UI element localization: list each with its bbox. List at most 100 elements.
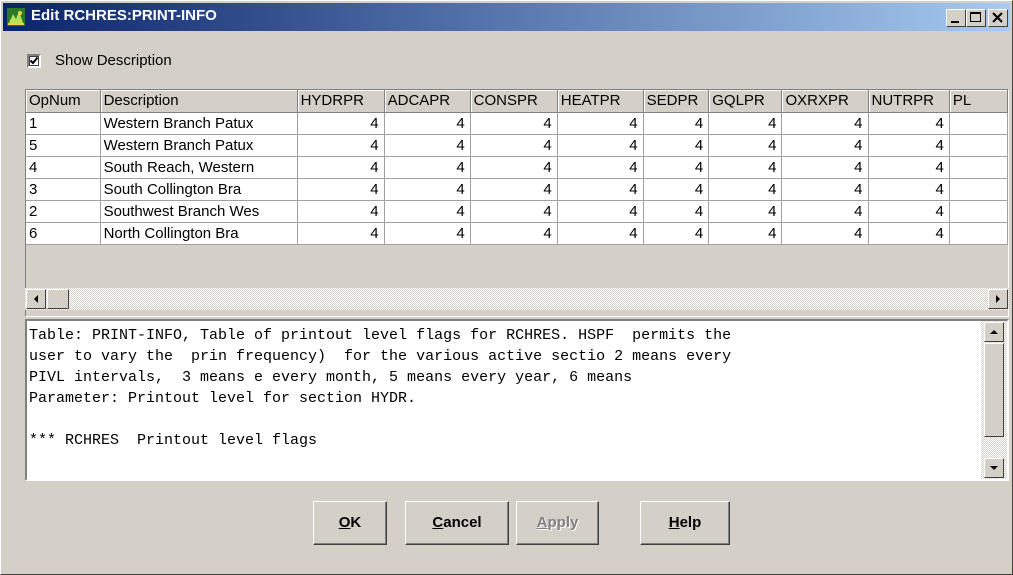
table-cell-adcapr[interactable]: 4 bbox=[384, 134, 471, 157]
column-header-gqlpr[interactable]: GQLPR bbox=[708, 90, 783, 113]
table-cell-conspr[interactable]: 4 bbox=[470, 156, 558, 179]
table-cell-gqlpr[interactable]: 4 bbox=[708, 222, 783, 245]
column-header-conspr[interactable]: CONSPR bbox=[470, 90, 558, 113]
table-row[interactable]: 2 Southwest Branch Wes 4 4 4 4 4 4 4 4 bbox=[26, 200, 1008, 223]
table-cell-sedpr[interactable]: 4 bbox=[643, 178, 710, 201]
table-row[interactable]: 4 South Reach, Western 4 4 4 4 4 4 4 4 bbox=[26, 156, 1008, 179]
scroll-right-button[interactable] bbox=[988, 289, 1008, 309]
table-cell-heatpr[interactable]: 4 bbox=[557, 222, 644, 245]
maximize-button[interactable] bbox=[966, 9, 986, 27]
table-cell-pl[interactable] bbox=[949, 178, 1008, 201]
vertical-scrollbar[interactable] bbox=[981, 321, 1007, 479]
table-cell-opnum[interactable]: 3 bbox=[26, 178, 101, 201]
horizontal-scrollbar[interactable] bbox=[25, 288, 1009, 310]
table-cell-gqlpr[interactable]: 4 bbox=[708, 134, 783, 157]
table-cell-sedpr[interactable]: 4 bbox=[643, 112, 710, 135]
table-cell-description[interactable]: Southwest Branch Wes bbox=[100, 200, 298, 223]
table-cell-hydrpr[interactable]: 4 bbox=[297, 222, 385, 245]
column-header-nutrpr[interactable]: NUTRPR bbox=[868, 90, 950, 113]
show-description-checkbox[interactable] bbox=[27, 54, 41, 68]
table-cell-pl[interactable] bbox=[949, 156, 1008, 179]
table-cell-description[interactable]: North Collington Bra bbox=[100, 222, 298, 245]
table-cell-oxrxpr[interactable]: 4 bbox=[781, 222, 869, 245]
table-cell-gqlpr[interactable]: 4 bbox=[708, 200, 783, 223]
cancel-button[interactable]: Cancel bbox=[405, 501, 509, 545]
table-cell-opnum[interactable]: 6 bbox=[26, 222, 101, 245]
table-cell-heatpr[interactable]: 4 bbox=[557, 200, 644, 223]
column-header-hydrpr[interactable]: HYDRPR bbox=[297, 90, 385, 113]
minimize-button[interactable] bbox=[946, 9, 966, 27]
ok-button[interactable]: OK bbox=[313, 501, 387, 545]
help-button[interactable]: Help bbox=[640, 501, 730, 545]
table-cell-gqlpr[interactable]: 4 bbox=[708, 112, 783, 135]
table-cell-conspr[interactable]: 4 bbox=[470, 112, 558, 135]
table-cell-oxrxpr[interactable]: 4 bbox=[781, 156, 869, 179]
table-cell-hydrpr[interactable]: 4 bbox=[297, 134, 385, 157]
table-cell-adcapr[interactable]: 4 bbox=[384, 178, 471, 201]
table-cell-hydrpr[interactable]: 4 bbox=[297, 112, 385, 135]
table-cell-adcapr[interactable]: 4 bbox=[384, 156, 471, 179]
table-cell-sedpr[interactable]: 4 bbox=[643, 134, 710, 157]
table-cell-adcapr[interactable]: 4 bbox=[384, 112, 471, 135]
table-cell-oxrxpr[interactable]: 4 bbox=[781, 134, 869, 157]
apply-button[interactable]: Apply bbox=[516, 501, 599, 545]
table-cell-conspr[interactable]: 4 bbox=[470, 200, 558, 223]
table-cell-nutrpr[interactable]: 4 bbox=[868, 200, 950, 223]
column-header-heatpr[interactable]: HEATPR bbox=[557, 90, 644, 113]
table-cell-sedpr[interactable]: 4 bbox=[643, 222, 710, 245]
table-cell-heatpr[interactable]: 4 bbox=[557, 134, 644, 157]
column-header-pl[interactable]: PL bbox=[949, 90, 1008, 113]
table-cell-oxrxpr[interactable]: 4 bbox=[781, 178, 869, 201]
horizontal-scroll-thumb[interactable] bbox=[47, 289, 69, 309]
table-row[interactable]: 6 North Collington Bra 4 4 4 4 4 4 4 4 bbox=[26, 222, 1008, 245]
scroll-up-button[interactable] bbox=[984, 322, 1004, 342]
print-info-table[interactable]: OpNum Description HYDRPR ADCAPR CONSPR H… bbox=[25, 89, 1009, 317]
table-cell-heatpr[interactable]: 4 bbox=[557, 178, 644, 201]
title-bar[interactable]: Edit RCHRES:PRINT-INFO bbox=[3, 3, 1010, 31]
close-button[interactable] bbox=[988, 9, 1008, 27]
table-cell-opnum[interactable]: 5 bbox=[26, 134, 101, 157]
table-cell-gqlpr[interactable]: 4 bbox=[708, 178, 783, 201]
scroll-down-button[interactable] bbox=[984, 458, 1004, 478]
column-header-adcapr[interactable]: ADCAPR bbox=[384, 90, 471, 113]
table-cell-adcapr[interactable]: 4 bbox=[384, 200, 471, 223]
column-header-description[interactable]: Description bbox=[100, 90, 298, 113]
table-cell-pl[interactable] bbox=[949, 222, 1008, 245]
table-cell-description[interactable]: Western Branch Patux bbox=[100, 112, 298, 135]
table-cell-conspr[interactable]: 4 bbox=[470, 178, 558, 201]
table-row[interactable]: 3 South Collington Bra 4 4 4 4 4 4 4 4 bbox=[26, 178, 1008, 201]
table-cell-oxrxpr[interactable]: 4 bbox=[781, 200, 869, 223]
table-cell-opnum[interactable]: 2 bbox=[26, 200, 101, 223]
table-cell-nutrpr[interactable]: 4 bbox=[868, 156, 950, 179]
table-cell-nutrpr[interactable]: 4 bbox=[868, 112, 950, 135]
table-row[interactable]: 1 Western Branch Patux 4 4 4 4 4 4 4 4 bbox=[26, 112, 1008, 135]
table-cell-heatpr[interactable]: 4 bbox=[557, 156, 644, 179]
table-cell-oxrxpr[interactable]: 4 bbox=[781, 112, 869, 135]
table-cell-heatpr[interactable]: 4 bbox=[557, 112, 644, 135]
table-cell-adcapr[interactable]: 4 bbox=[384, 222, 471, 245]
table-cell-pl[interactable] bbox=[949, 112, 1008, 135]
scroll-left-button[interactable] bbox=[26, 289, 46, 309]
column-header-oxrxpr[interactable]: OXRXPR bbox=[781, 90, 869, 113]
table-cell-opnum[interactable]: 4 bbox=[26, 156, 101, 179]
description-box[interactable]: Table: PRINT-INFO, Table of printout lev… bbox=[25, 319, 1009, 481]
table-cell-gqlpr[interactable]: 4 bbox=[708, 156, 783, 179]
table-cell-nutrpr[interactable]: 4 bbox=[868, 134, 950, 157]
table-cell-description[interactable]: Western Branch Patux bbox=[100, 134, 298, 157]
table-cell-pl[interactable] bbox=[949, 200, 1008, 223]
table-cell-conspr[interactable]: 4 bbox=[470, 222, 558, 245]
table-cell-conspr[interactable]: 4 bbox=[470, 134, 558, 157]
table-cell-nutrpr[interactable]: 4 bbox=[868, 178, 950, 201]
table-row[interactable]: 5 Western Branch Patux 4 4 4 4 4 4 4 4 bbox=[26, 134, 1008, 157]
table-cell-sedpr[interactable]: 4 bbox=[643, 156, 710, 179]
table-cell-description[interactable]: South Reach, Western bbox=[100, 156, 298, 179]
table-cell-nutrpr[interactable]: 4 bbox=[868, 222, 950, 245]
table-cell-hydrpr[interactable]: 4 bbox=[297, 156, 385, 179]
table-cell-hydrpr[interactable]: 4 bbox=[297, 200, 385, 223]
table-cell-hydrpr[interactable]: 4 bbox=[297, 178, 385, 201]
table-cell-sedpr[interactable]: 4 bbox=[643, 200, 710, 223]
vertical-scroll-thumb[interactable] bbox=[984, 343, 1004, 437]
table-cell-description[interactable]: South Collington Bra bbox=[100, 178, 298, 201]
table-cell-opnum[interactable]: 1 bbox=[26, 112, 101, 135]
table-cell-pl[interactable] bbox=[949, 134, 1008, 157]
